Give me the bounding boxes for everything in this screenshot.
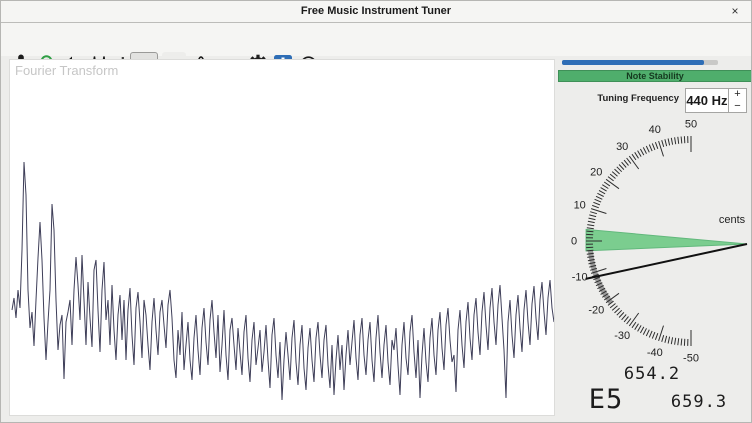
level-progress-fill: [562, 60, 704, 65]
current-frequency-readout: 654.2: [602, 364, 702, 384]
note-stability-bar: Note Stability: [558, 70, 752, 82]
spectrum-plot: [10, 60, 554, 415]
spectrum-line: [12, 162, 554, 400]
note-stability-label: Note Stability: [626, 71, 684, 81]
reference-frequency-readout: 659.3: [649, 392, 749, 412]
svg-text:-20: -20: [588, 304, 604, 316]
svg-text:-30: -30: [614, 330, 630, 342]
svg-text:-50: -50: [683, 353, 699, 365]
svg-text:30: 30: [616, 141, 628, 153]
level-progress-bar: [562, 60, 718, 65]
svg-text:-40: -40: [647, 347, 663, 359]
tuning-frequency-label: Tuning Frequency: [557, 93, 679, 104]
close-icon[interactable]: ×: [727, 4, 743, 20]
cents-gauge: -50 -40 -30 -20 -10 0 10 20 30 40 50 cents: [557, 109, 752, 369]
note-name-readout: E5: [584, 384, 628, 415]
svg-text:20: 20: [590, 167, 602, 179]
svg-text:cents: cents: [719, 214, 746, 226]
svg-text:40: 40: [649, 124, 661, 136]
svg-text:0: 0: [571, 236, 577, 248]
increment-button[interactable]: +: [729, 89, 746, 101]
svg-text:50: 50: [685, 119, 697, 131]
titlebar: Free Music Instrument Tuner ×: [1, 1, 751, 23]
svg-text:-10: -10: [572, 272, 588, 284]
window-title: Free Music Instrument Tuner: [1, 5, 751, 17]
toolbar: dB |F| μ: [1, 23, 751, 56]
svg-text:10: 10: [574, 199, 586, 211]
app-window: Free Music Instrument Tuner × dB: [0, 0, 752, 423]
fourier-chart-panel: Fourier Transform: [9, 59, 555, 416]
